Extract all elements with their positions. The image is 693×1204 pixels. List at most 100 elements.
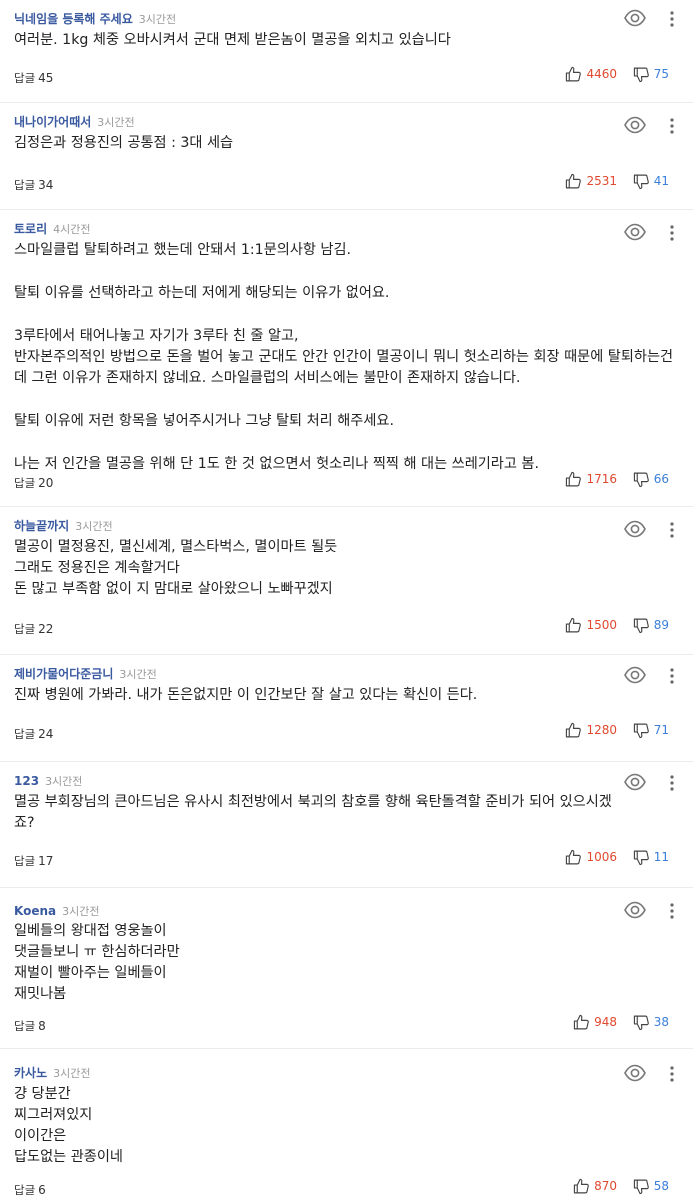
comment-nickname[interactable]: 하늘끝까지 xyxy=(14,519,69,533)
dislike-button[interactable]: 66 xyxy=(633,468,669,490)
reply-button[interactable]: 답글 8 xyxy=(14,1018,46,1034)
like-button[interactable]: 4460 xyxy=(565,63,617,85)
comment-time: 3시간전 xyxy=(138,13,177,26)
comment-meta: Koena 3시간전 xyxy=(14,902,99,918)
reply-button[interactable]: 답글 22 xyxy=(14,621,53,637)
more-vertical-icon[interactable] xyxy=(665,1063,679,1085)
thumbs-down-icon xyxy=(633,174,649,189)
eye-icon[interactable] xyxy=(623,115,647,135)
comment-time: 3시간전 xyxy=(119,668,157,681)
eye-icon[interactable] xyxy=(623,519,647,539)
like-button[interactable]: 1500 xyxy=(565,614,617,636)
reply-label: 답글 xyxy=(14,476,36,490)
comment-body: 스마일클럽 탈퇴하려고 했는데 안돼서 1:1문의사항 남김. 탈퇴 이유를 선… xyxy=(14,242,674,473)
comment-list: 닉네임을 등록해 주세요 3시간전 여러분. 1kg 체중 오바시켜서 군대 면제… xyxy=(0,0,693,1204)
comment-time: 3시간전 xyxy=(97,116,135,129)
reply-count: 17 xyxy=(38,854,54,868)
like-button[interactable]: 948 xyxy=(573,1011,617,1033)
dislike-button[interactable]: 89 xyxy=(633,614,669,636)
thumbs-down-icon xyxy=(633,850,649,865)
dislike-count: 11 xyxy=(653,850,669,864)
dislike-button[interactable]: 58 xyxy=(633,1175,669,1197)
eye-icon[interactable] xyxy=(623,222,647,242)
like-button[interactable]: 2531 xyxy=(565,170,617,192)
reply-label: 답글 xyxy=(14,854,36,868)
like-button[interactable]: 1716 xyxy=(565,468,617,490)
comment-meta: 123 3시간전 xyxy=(14,772,82,788)
comment-item: 카사노 3시간전 걍 당분간 찌그러져있지 이이간은 답도없는 관종이네 답글 6 … xyxy=(0,1049,693,1204)
like-button[interactable]: 1280 xyxy=(565,719,617,741)
comment-nickname[interactable]: 카사노 xyxy=(14,1066,47,1080)
comment-nickname[interactable]: 닉네임을 등록해 주세요 xyxy=(14,12,133,26)
reply-label: 답글 xyxy=(14,727,36,741)
reply-count: 6 xyxy=(38,1183,46,1197)
like-count: 2531 xyxy=(586,174,617,188)
eye-icon[interactable] xyxy=(623,1063,647,1083)
like-count: 948 xyxy=(594,1015,617,1029)
reply-button[interactable]: 답글 20 xyxy=(14,475,53,491)
comment-nickname[interactable]: 내나이가어때서 xyxy=(14,115,91,129)
comment-item: 닉네임을 등록해 주세요 3시간전 여러분. 1kg 체중 오바시켜서 군대 면제… xyxy=(0,0,693,103)
comment-body: 여러분. 1kg 체중 오바시켜서 군대 면제 받은놈이 멸공을 외치고 있습니… xyxy=(14,32,451,48)
thumbs-down-icon xyxy=(633,618,649,633)
comment-body: 멸공이 멸정용진, 멸신세계, 멸스타벅스, 멸이마트 될듯 그래도 정용진은 … xyxy=(14,539,338,597)
reply-count: 8 xyxy=(38,1019,46,1033)
more-vertical-icon[interactable] xyxy=(665,519,679,541)
thumbs-down-icon xyxy=(633,472,649,487)
reply-button[interactable]: 답글 45 xyxy=(14,70,53,86)
like-count: 1716 xyxy=(586,472,617,486)
eye-icon[interactable] xyxy=(623,8,647,28)
reply-count: 34 xyxy=(38,178,54,192)
comment-time: 3시간전 xyxy=(53,1067,91,1080)
like-button[interactable]: 870 xyxy=(573,1175,617,1197)
more-vertical-icon[interactable] xyxy=(665,222,679,244)
comment-meta: 토로리 4시간전 xyxy=(14,220,90,236)
reply-label: 답글 xyxy=(14,1183,36,1197)
dislike-button[interactable]: 41 xyxy=(633,170,669,192)
like-button[interactable]: 1006 xyxy=(565,846,617,868)
reply-button[interactable]: 답글 6 xyxy=(14,1182,46,1198)
comment-meta: 닉네임을 등록해 주세요 3시간전 xyxy=(14,10,176,26)
eye-icon[interactable] xyxy=(623,665,647,685)
eye-icon[interactable] xyxy=(623,772,647,792)
dislike-button[interactable]: 38 xyxy=(633,1011,669,1033)
more-vertical-icon[interactable] xyxy=(665,115,679,137)
reply-button[interactable]: 답글 17 xyxy=(14,853,53,869)
comment-body: 진짜 병원에 가봐라. 내가 돈은없지만 이 인간보단 잘 살고 있다는 확신이… xyxy=(14,687,478,703)
comment-time: 3시간전 xyxy=(45,775,83,788)
eye-icon[interactable] xyxy=(623,900,647,920)
thumbs-down-icon xyxy=(633,1015,649,1030)
comment-time: 3시간전 xyxy=(75,520,113,533)
dislike-count: 41 xyxy=(653,174,669,188)
like-count: 1500 xyxy=(586,618,617,632)
thumbs-up-icon xyxy=(566,173,582,188)
thumbs-up-icon xyxy=(566,66,582,81)
reply-button[interactable]: 답글 34 xyxy=(14,177,53,193)
reply-count: 24 xyxy=(38,727,54,741)
dislike-count: 66 xyxy=(653,472,669,486)
reply-count: 20 xyxy=(38,476,54,490)
comment-item: 제비가물어다준금니 3시간전 진짜 병원에 가봐라. 내가 돈은없지만 이 인간보… xyxy=(0,655,693,762)
more-vertical-icon[interactable] xyxy=(665,665,679,687)
comment-body: 김정은과 정용진의 공통점 : 3대 세습 xyxy=(14,135,234,151)
thumbs-down-icon xyxy=(633,67,649,82)
more-vertical-icon[interactable] xyxy=(665,8,679,30)
dislike-button[interactable]: 75 xyxy=(633,63,669,85)
dislike-button[interactable]: 11 xyxy=(633,846,669,868)
comment-nickname[interactable]: Koena xyxy=(14,904,56,918)
reply-label: 답글 xyxy=(14,178,36,192)
comment-nickname[interactable]: 123 xyxy=(14,774,39,788)
comment-time: 3시간전 xyxy=(62,905,100,918)
more-vertical-icon[interactable] xyxy=(665,772,679,794)
reply-button[interactable]: 답글 24 xyxy=(14,726,53,742)
comment-item: 토로리 4시간전 스마일클럽 탈퇴하려고 했는데 안돼서 1:1문의사항 남김. … xyxy=(0,210,693,507)
comment-body: 걍 당분간 찌그러져있지 이이간은 답도없는 관종이네 xyxy=(14,1086,123,1165)
comment-meta: 내나이가어때서 3시간전 xyxy=(14,113,135,129)
reply-count: 22 xyxy=(38,622,54,636)
dislike-button[interactable]: 71 xyxy=(633,719,669,741)
comment-nickname[interactable]: 토로리 xyxy=(14,222,47,236)
more-vertical-icon[interactable] xyxy=(665,900,679,922)
thumbs-up-icon xyxy=(566,722,582,737)
comment-meta: 카사노 3시간전 xyxy=(14,1064,90,1080)
comment-nickname[interactable]: 제비가물어다준금니 xyxy=(14,667,113,681)
